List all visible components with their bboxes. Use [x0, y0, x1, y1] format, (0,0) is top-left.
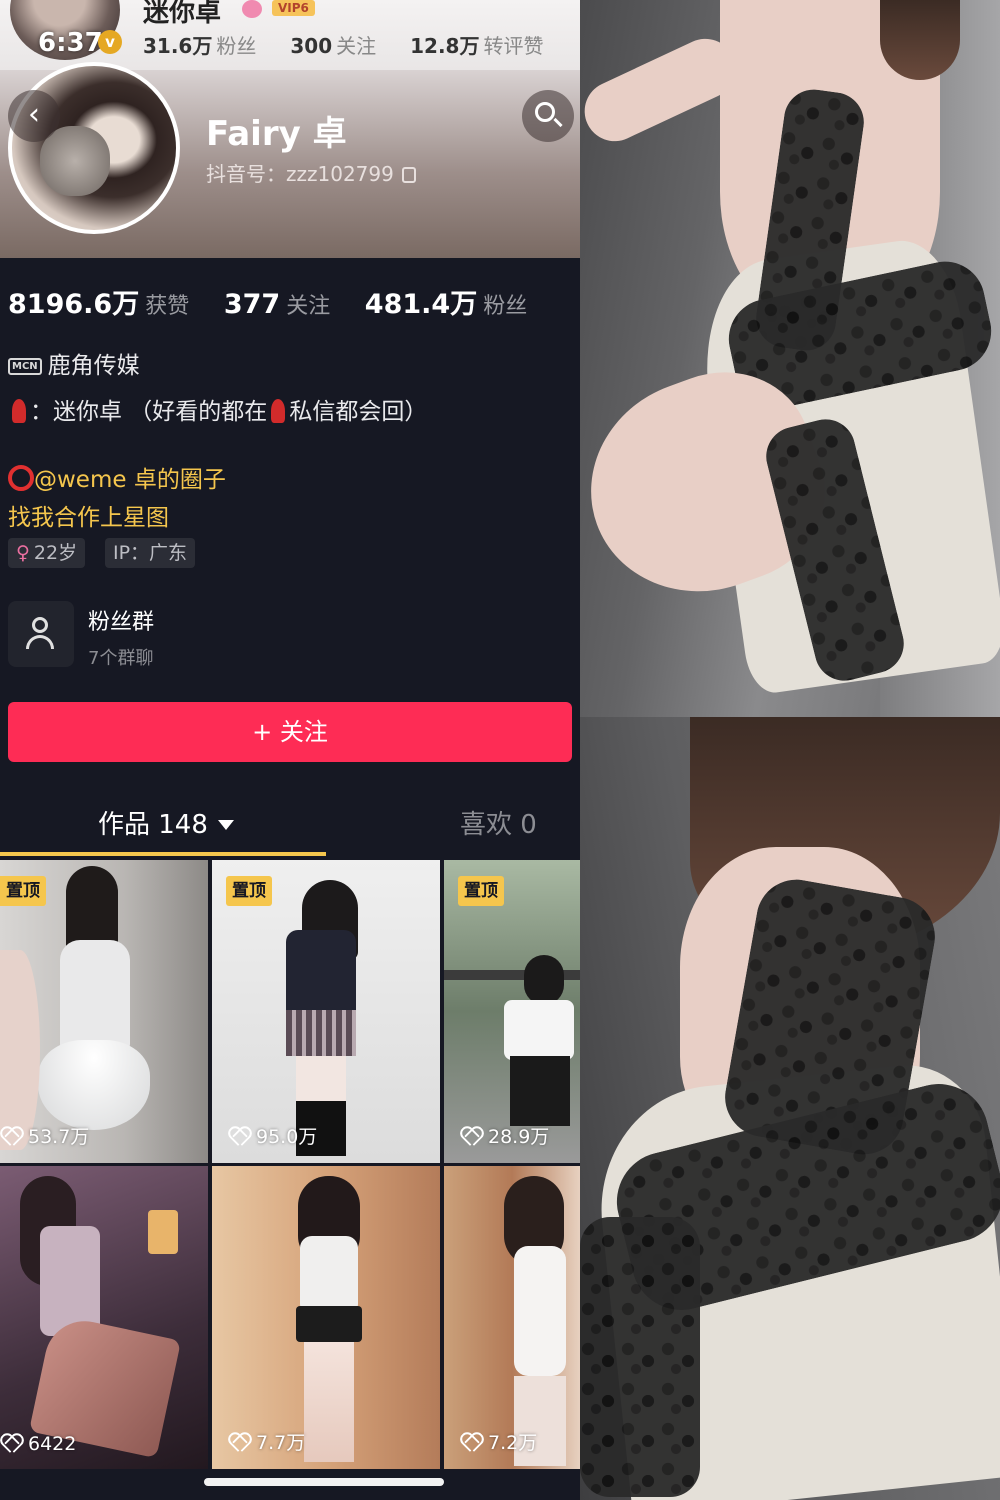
heart-icon	[228, 1128, 248, 1146]
video-thumbnail[interactable]: 置顶 53.7万	[0, 860, 208, 1163]
video-like-count: 6422	[0, 1433, 76, 1455]
mcn-badge: MCN	[8, 358, 42, 375]
following-label[interactable]: 关注	[286, 294, 330, 319]
heart-icon	[228, 1434, 248, 1452]
heart-icon	[460, 1128, 480, 1146]
vip-badge: VIP6	[272, 0, 315, 16]
bio-text-2: 私信都会回）	[289, 399, 428, 425]
bio-line: ：迷你卓 （好看的都在 私信都会回）	[8, 392, 427, 426]
home-indicator	[204, 1478, 444, 1486]
mcn-name: 鹿角传媒	[47, 353, 140, 379]
top-stat-engagement-label: 转评赞	[483, 34, 544, 58]
likes-label: 获赞	[145, 294, 190, 319]
tab-indicator	[0, 852, 326, 856]
collapsed-header: 6:37 v 迷你卓 VIP6 31.6万 粉丝 300 关注 12.8万 转评赞	[0, 0, 580, 70]
video-like-count: 53.7万	[0, 1122, 89, 1149]
top-stat-following-num: 300	[290, 34, 333, 58]
video-thumbnail[interactable]: 7.2万	[444, 1166, 580, 1469]
pinned-badge: 置顶	[226, 876, 272, 906]
heart-icon	[460, 1434, 480, 1452]
tab-works[interactable]: 作品 148	[98, 804, 234, 841]
tab-works-label: 作品 148	[98, 810, 208, 840]
avatar-cat	[40, 126, 110, 196]
video-like-count: 28.9万	[460, 1122, 549, 1149]
like-count: 53.7万	[28, 1126, 90, 1148]
follow-button[interactable]: + 关注	[8, 702, 572, 762]
like-count: 7.2万	[488, 1432, 538, 1454]
top-stat-fans-label: 粉丝	[216, 34, 257, 58]
cooperation-link[interactable]: 找我合作上星图	[8, 498, 169, 532]
verified-icon: v	[98, 30, 122, 54]
back-button[interactable]: ‹	[8, 90, 60, 142]
pinned-badge: 置顶	[458, 876, 504, 906]
circle-icon	[8, 465, 34, 491]
ribbon-icon	[12, 399, 26, 423]
mention-line[interactable]: @weme 卓的圈子	[8, 460, 226, 494]
copy-icon[interactable]	[401, 167, 416, 183]
video-like-count: 7.2万	[460, 1428, 537, 1455]
like-count: 95.0万	[256, 1126, 318, 1148]
photo-bottom	[580, 717, 1000, 1500]
heart-icon	[0, 1435, 20, 1453]
profile-screen: 6:37 v 迷你卓 VIP6 31.6万 粉丝 300 关注 12.8万 转评赞 ‹ F…	[0, 0, 580, 1500]
fan-group-subtitle: 7个群聊	[88, 648, 154, 669]
video-thumbnail[interactable]: 7.7万	[212, 1166, 440, 1469]
ribbon-icon	[271, 399, 286, 423]
following-count[interactable]: 377	[224, 289, 280, 320]
chevron-left-icon: ‹	[28, 97, 40, 132]
age-text: 22岁	[33, 542, 78, 564]
avatar[interactable]	[8, 62, 180, 234]
top-stat-following-label: 关注	[336, 34, 377, 58]
account-id: 抖音号：zzz102799	[206, 158, 416, 187]
video-like-count: 7.7万	[228, 1428, 305, 1455]
like-count: 6422	[28, 1433, 77, 1455]
status-time: 6:37	[38, 28, 103, 58]
account-id-text: 抖音号：zzz102799	[206, 162, 394, 186]
caret-down-icon	[217, 820, 234, 830]
bio-text-1: ：迷你卓 （好看的都在	[30, 399, 268, 425]
hair	[880, 0, 960, 80]
heart-icon	[0, 1128, 20, 1146]
lace-skirt	[580, 1217, 700, 1497]
ip-tag: IP：广东	[105, 538, 196, 568]
pinned-badge: 置顶	[0, 876, 46, 906]
like-count: 28.9万	[488, 1126, 550, 1148]
likes-count: 8196.6万	[8, 289, 140, 320]
top-username: 迷你卓	[143, 0, 222, 28]
followers-label[interactable]: 粉丝	[483, 294, 527, 319]
mcn-line: MCN 鹿角传媒	[8, 346, 140, 380]
followers-count[interactable]: 481.4万	[365, 289, 477, 320]
profile-stats: 8196.6万 获赞 377 关注 481.4万 粉丝	[8, 282, 553, 321]
like-count: 7.7万	[256, 1432, 306, 1454]
fan-group-title[interactable]: 粉丝群	[88, 604, 154, 636]
photo-top	[580, 0, 1000, 717]
video-thumbnail[interactable]: 6422	[0, 1166, 208, 1469]
top-stat-fans-num: 31.6万	[143, 34, 213, 58]
fan-group-icon[interactable]	[8, 601, 74, 667]
top-stat-engagement-num: 12.8万	[410, 34, 480, 58]
video-like-count: 95.0万	[228, 1122, 317, 1149]
badge-icon	[242, 0, 262, 18]
video-thumbnail[interactable]: 置顶 28.9万	[444, 860, 580, 1163]
video-thumbnail[interactable]: 置顶 95.0万	[212, 860, 440, 1163]
female-icon: ♀	[16, 542, 30, 564]
search-button[interactable]	[522, 90, 574, 142]
nickname: Fairy 卓	[206, 114, 347, 154]
tab-likes[interactable]: 喜欢 0	[460, 804, 537, 841]
mention-link[interactable]: @weme 卓的圈子	[34, 467, 226, 493]
top-stats: 31.6万 粉丝 300 关注 12.8万 转评赞	[143, 30, 577, 59]
age-tag: ♀ 22岁	[8, 538, 86, 568]
